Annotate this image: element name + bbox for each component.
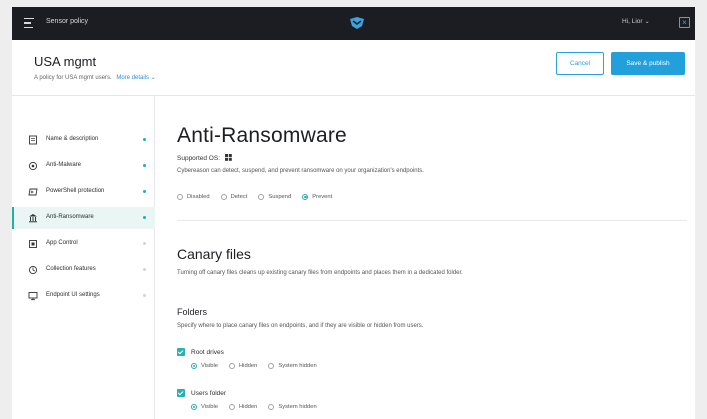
radio-prevent[interactable]: Prevent (302, 194, 332, 200)
top-bar: Sensor policy Hi, Lior ⌄ × (12, 7, 695, 40)
radio-label: Hidden (238, 363, 258, 369)
radio-label: Hidden (238, 404, 258, 410)
sidebar-item-anti-malware[interactable]: Anti-Malware (12, 155, 155, 177)
users-folder-visibility-group: Visible Hidden System hidden (191, 404, 328, 410)
status-dot (143, 268, 146, 271)
radio-visible[interactable]: Visible (191, 404, 218, 410)
radio-circle (228, 404, 235, 410)
supported-os-label: Supported OS: (177, 155, 220, 162)
radio-label: Prevent (312, 194, 333, 200)
sidebar-item-label: PowerShell protection (46, 188, 105, 194)
radio-circle (177, 194, 183, 200)
powershell-icon (28, 188, 38, 196)
radio-system-hidden[interactable]: System hidden (268, 363, 317, 369)
radio-detect[interactable]: Detect (220, 194, 248, 200)
status-dot (143, 216, 146, 219)
supported-os: Supported OS: (177, 154, 232, 162)
shield-gear-icon (28, 161, 38, 171)
monitor-icon (28, 292, 38, 301)
cancel-button[interactable]: Cancel (556, 52, 604, 75)
section-divider (177, 220, 687, 221)
radio-suspend[interactable]: Suspend (258, 194, 291, 200)
document-icon (29, 135, 37, 145)
radio-label: Disabled (187, 194, 210, 200)
checkbox-label: Root drives (191, 348, 224, 356)
mode-radio-group: Disabled Detect Suspend Prevent (177, 194, 343, 200)
chevron-down-icon: ⌄ (644, 19, 650, 25)
page-title: Anti-Ransomware (177, 124, 347, 147)
status-dot (143, 242, 146, 245)
policy-header: USA mgmt A policy for USA mgmt users. Mo… (12, 40, 695, 96)
radio-hidden[interactable]: Hidden (228, 363, 258, 369)
chevron-down-icon: ⌄ (150, 75, 156, 81)
radio-system-hidden[interactable]: System hidden (268, 404, 317, 410)
sidebar-item-label: Endpoint UI settings (46, 292, 100, 298)
sidebar-item-powershell[interactable]: PowerShell protection (12, 181, 155, 203)
status-dot (143, 164, 146, 167)
more-details-link[interactable]: More details ⌄ (116, 75, 155, 81)
status-dot (143, 138, 146, 141)
cybereason-logo-icon[interactable] (349, 16, 365, 30)
save-publish-button[interactable]: Save & publish (611, 52, 685, 75)
radio-circle (228, 363, 235, 369)
radio-circle (220, 194, 227, 200)
close-icon[interactable]: × (679, 17, 690, 28)
sidebar-item-name-description[interactable]: Name & description (12, 129, 155, 151)
sidebar-item-label: Anti-Malware (46, 162, 82, 168)
radio-label: Visible (201, 404, 218, 410)
radio-circle (302, 194, 309, 200)
radio-label: Visible (201, 363, 218, 369)
canary-files-description: Turning off canary files cleans up exist… (177, 270, 463, 276)
radio-label: System hidden (278, 363, 317, 369)
more-details-label: More details (116, 75, 150, 81)
radio-circle (191, 404, 197, 410)
policy-description-text: A policy for USA mgmt users. (34, 75, 112, 81)
windows-icon (224, 154, 232, 161)
radio-visible[interactable]: Visible (191, 363, 218, 369)
root-drives-visibility-group: Visible Hidden System hidden (191, 363, 328, 369)
policy-description: A policy for USA mgmt users. More detail… (34, 74, 156, 81)
checkbox-checked-icon (177, 389, 185, 397)
folders-title: Folders (177, 307, 208, 317)
policy-name: USA mgmt (34, 54, 97, 69)
status-dot (143, 190, 146, 193)
radio-hidden[interactable]: Hidden (228, 404, 258, 410)
sidebar-item-label: Anti-Ransomware (46, 214, 94, 220)
sidebar-item-label: App Control (46, 240, 78, 246)
app-window: Sensor policy Hi, Lior ⌄ × USA mgmt A pol… (12, 7, 695, 419)
radio-circle (258, 194, 265, 200)
sidebar-item-endpoint-ui[interactable]: Endpoint UI settings (12, 285, 155, 307)
radio-circle (191, 363, 197, 369)
radio-disabled[interactable]: Disabled (177, 194, 210, 200)
radio-label: Detect (230, 194, 248, 200)
radio-circle (268, 404, 275, 410)
folders-description: Specify where to place canary files on e… (177, 323, 424, 329)
sidebar-item-label: Collection features (46, 266, 96, 272)
users-folder-checkbox[interactable]: Users folder (177, 389, 226, 397)
canary-files-title: Canary files (177, 246, 251, 262)
checkbox-checked-icon (177, 348, 185, 356)
sidebar-item-collection-features[interactable]: Collection features (12, 259, 155, 281)
radio-label: System hidden (278, 404, 317, 410)
top-bar-title: Sensor policy (46, 18, 89, 25)
hamburger-menu-icon[interactable] (24, 18, 34, 28)
app-control-icon (29, 240, 37, 248)
user-greeting: Hi, Lior (622, 18, 643, 25)
radio-circle (268, 363, 275, 369)
ransomware-description: Cybereason can detect, suspend, and prev… (177, 168, 424, 174)
checkbox-label: Users folder (191, 389, 227, 397)
user-menu[interactable]: Hi, Lior ⌄ (622, 18, 650, 25)
radio-label: Suspend (268, 194, 292, 200)
sidebar-item-app-control[interactable]: App Control (12, 233, 155, 255)
status-dot (143, 294, 146, 297)
root-drives-checkbox[interactable]: Root drives (177, 348, 224, 356)
main-content: Anti-Ransomware Supported OS: Cybereason… (177, 96, 687, 419)
sidebar-item-label: Name & description (46, 136, 99, 142)
bank-icon (29, 214, 37, 223)
sidebar: Name & description Anti-Malware PowerShe… (12, 96, 155, 419)
collection-icon (28, 265, 38, 275)
sidebar-item-anti-ransomware[interactable]: Anti-Ransomware (12, 207, 155, 229)
